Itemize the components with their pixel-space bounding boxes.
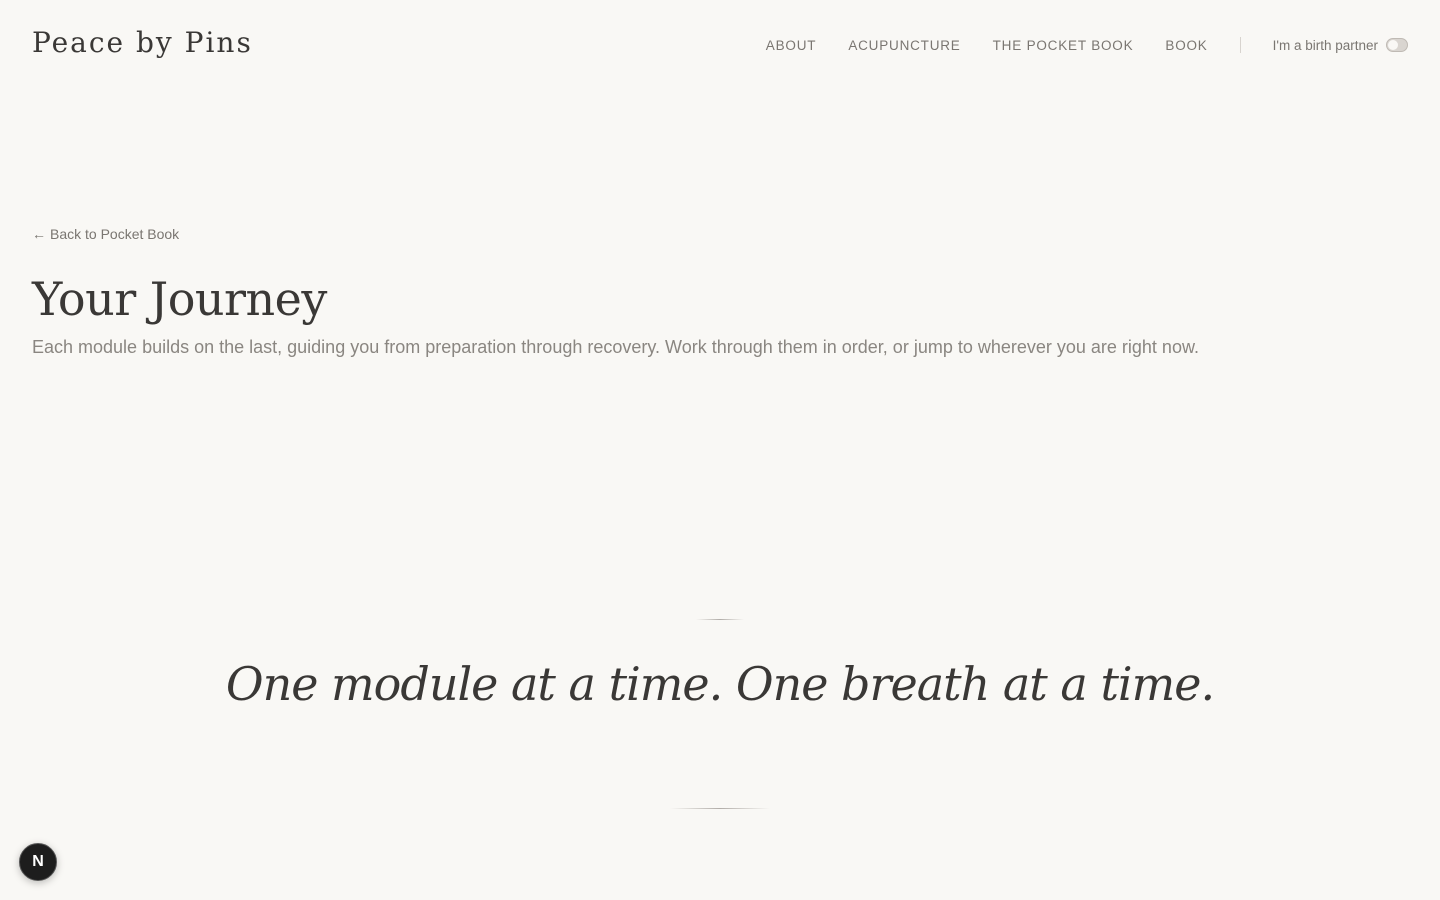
arrow-left-icon: ← xyxy=(32,226,46,242)
toggle-knob xyxy=(1388,40,1398,50)
main-nav: ABOUT ACUPUNCTURE THE POCKET BOOK BOOK I… xyxy=(766,37,1408,53)
quote-divider-bottom xyxy=(670,808,770,809)
nav-link-acupuncture[interactable]: ACUPUNCTURE xyxy=(848,38,960,53)
nav-link-book[interactable]: BOOK xyxy=(1165,38,1207,53)
dev-tools-letter: N xyxy=(32,853,44,870)
nav-divider xyxy=(1239,37,1241,53)
page-title: Your Journey xyxy=(32,272,327,326)
nav-link-about[interactable]: ABOUT xyxy=(766,38,817,53)
quote-divider-top xyxy=(696,619,744,620)
back-to-pocket-book-link[interactable]: ← Back to Pocket Book xyxy=(32,226,179,242)
birth-partner-toggle[interactable] xyxy=(1386,38,1408,52)
site-logo[interactable]: Peace by Pins xyxy=(32,26,253,59)
back-link-label: Back to Pocket Book xyxy=(50,226,180,242)
page: Peace by Pins ABOUT ACUPUNCTURE THE POCK… xyxy=(0,0,1440,900)
nav-link-pocket-book[interactable]: THE POCKET BOOK xyxy=(993,38,1134,53)
dev-tools-badge[interactable]: N xyxy=(19,843,57,881)
quote-text: One module at a time. One breath at a ti… xyxy=(225,657,1215,711)
site-header: Peace by Pins ABOUT ACUPUNCTURE THE POCK… xyxy=(0,0,1440,90)
birth-partner-label[interactable]: I'm a birth partner xyxy=(1273,38,1378,53)
page-intro: Each module builds on the last, guiding … xyxy=(32,337,1199,357)
